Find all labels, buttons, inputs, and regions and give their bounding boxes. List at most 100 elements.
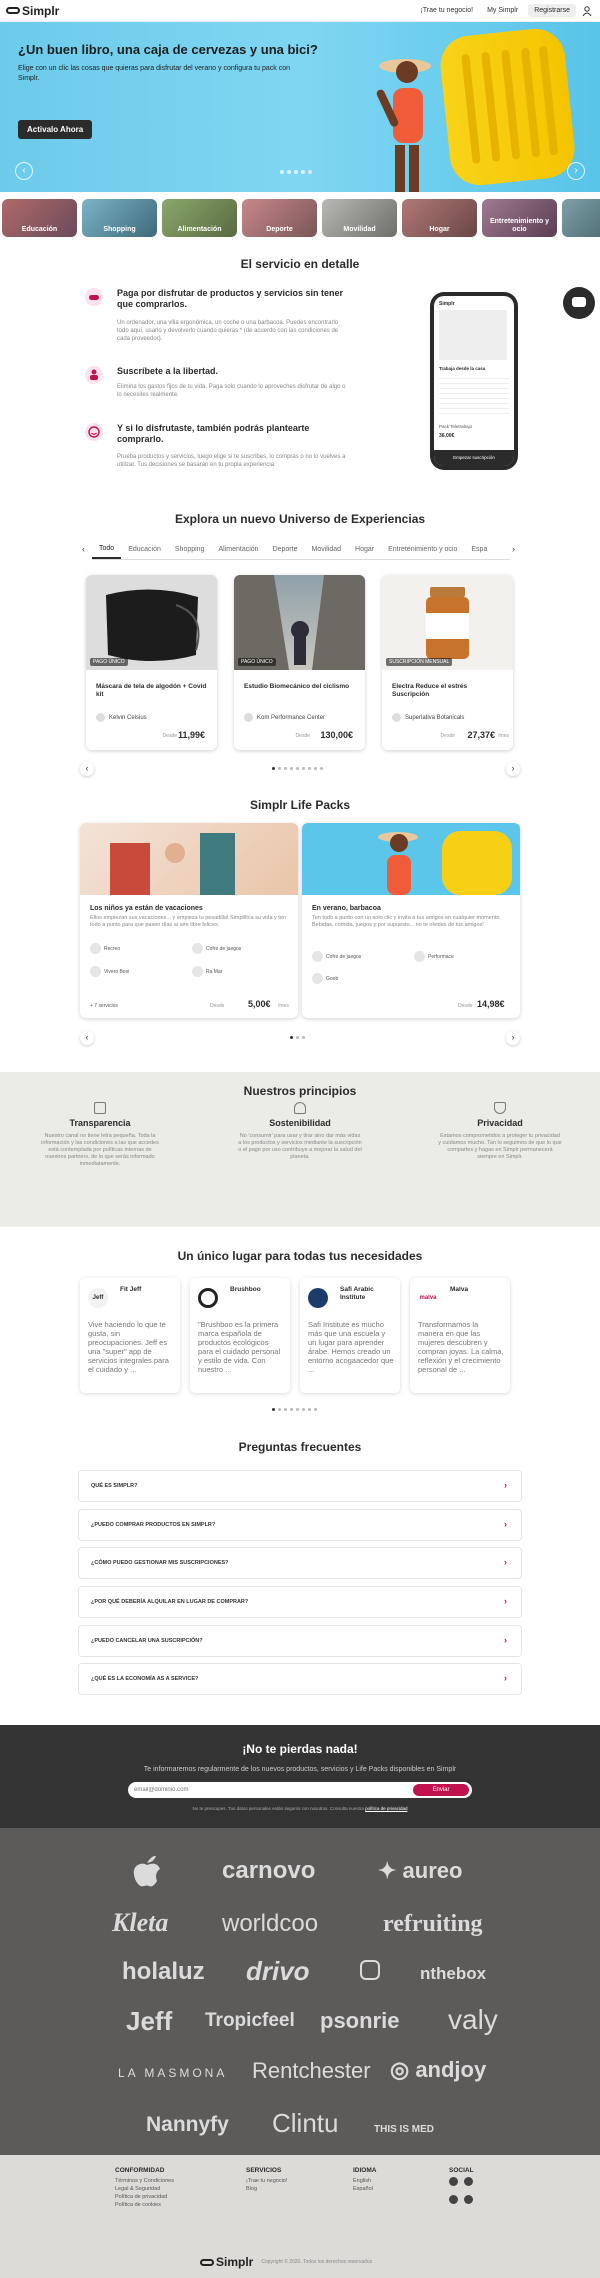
- price-from: Desde: [295, 733, 310, 739]
- product-badge: SUSCRIPCIÓN MENSUAL: [386, 658, 453, 666]
- carousel-dot[interactable]: [296, 1036, 299, 1039]
- nav-business-link[interactable]: ¡Trae tu negocio!: [416, 4, 477, 17]
- faq-item[interactable]: QUÉ ES SIMPLR? ›: [78, 1470, 522, 1502]
- instagram-icon[interactable]: [449, 2177, 458, 2186]
- partner-card[interactable]: Safi Arabic Institute Safi Institute es …: [300, 1278, 400, 1393]
- send-button[interactable]: Enviar: [413, 1784, 469, 1796]
- tab-shopping[interactable]: Shopping: [168, 541, 212, 558]
- carousel-dot[interactable]: [290, 1036, 293, 1039]
- carousel-dot[interactable]: [296, 767, 299, 770]
- hero-prev-arrow[interactable]: ‹: [15, 162, 33, 180]
- footer-link[interactable]: ¡Trae tu negocio!: [246, 2177, 287, 2185]
- simplr-logo[interactable]: Simplr: [6, 4, 59, 18]
- hero-next-arrow[interactable]: ›: [567, 162, 585, 180]
- footer-link[interactable]: Política de privacidad: [115, 2193, 174, 2201]
- tab-mobility[interactable]: Movilidad: [304, 541, 348, 558]
- footer-link[interactable]: Legal & Seguridad: [115, 2185, 174, 2193]
- hero-dot[interactable]: [308, 170, 312, 174]
- carousel-dot[interactable]: [302, 1408, 305, 1411]
- faq-item[interactable]: ¿PUEDO CANCELAR UNA SUSCRIPCIÓN? ›: [78, 1625, 522, 1657]
- chat-icon: [572, 297, 586, 307]
- hero-cta-button[interactable]: Activalo Ahora: [18, 120, 93, 139]
- footer-link[interactable]: Términos y Condiciones: [115, 2177, 174, 2185]
- tabs-next-icon[interactable]: ›: [512, 544, 515, 554]
- category-home[interactable]: Hogar: [402, 199, 477, 237]
- carousel-dot[interactable]: [278, 767, 281, 770]
- linkedin-icon[interactable]: [464, 2195, 473, 2204]
- partner-card[interactable]: Brushboo "Brushboo es la primera marca e…: [190, 1278, 290, 1393]
- carousel-dot[interactable]: [284, 1408, 287, 1411]
- footer-link[interactable]: Blog: [246, 2185, 287, 2193]
- category-entertainment[interactable]: Entretenimiento y ocio: [482, 199, 557, 237]
- tab-home[interactable]: Hogar: [348, 541, 381, 558]
- faq-item[interactable]: ¿CÓMO PUEDO GESTIONAR MIS SUSCRIPCIONES?…: [78, 1547, 522, 1579]
- tabs-prev-icon[interactable]: ‹: [82, 544, 85, 554]
- category-mobility[interactable]: Movilidad: [322, 199, 397, 237]
- hero-dot[interactable]: [301, 170, 305, 174]
- lifepack-text: Ellos empiezan sus vacaciones... y empie…: [90, 915, 286, 928]
- carousel-dot[interactable]: [302, 767, 305, 770]
- carousel-dot[interactable]: [302, 1036, 305, 1039]
- lifepacks-next-button[interactable]: ›: [506, 1031, 520, 1045]
- category-sport[interactable]: Deporte: [242, 199, 317, 237]
- category-food[interactable]: Alimentación: [162, 199, 237, 237]
- category-shopping[interactable]: Shopping: [82, 199, 157, 237]
- product-card[interactable]: PAGO ÚNICO Estudio Biomecánico del cicli…: [234, 575, 365, 750]
- faq-item[interactable]: ¿QUÉ ES LA ECONOMÍA AS A SERVICE? ›: [78, 1663, 522, 1695]
- footer-link[interactable]: English: [353, 2177, 376, 2185]
- carousel-dot[interactable]: [284, 767, 287, 770]
- tab-all[interactable]: Todo: [92, 540, 122, 559]
- carousel-dot[interactable]: [296, 1408, 299, 1411]
- product-card[interactable]: SUSCRIPCIÓN MENSUAL Electra Reduce el es…: [382, 575, 513, 750]
- footer-link[interactable]: Español: [353, 2185, 376, 2193]
- carousel-dot[interactable]: [314, 1408, 317, 1411]
- tab-food[interactable]: Alimentación: [211, 541, 265, 558]
- chevron-right-icon: ›: [504, 1557, 507, 1567]
- principle-title: Sostenibilidad: [269, 1118, 331, 1128]
- user-icon[interactable]: [582, 5, 592, 16]
- carousel-dot[interactable]: [320, 767, 323, 770]
- partner-card[interactable]: malva Malva Transformamos la manera en q…: [410, 1278, 510, 1393]
- twitter-icon[interactable]: [449, 2195, 458, 2204]
- products-next-button[interactable]: ›: [506, 762, 520, 776]
- faq-item[interactable]: ¿PUEDO COMPRAR PRODUCTOS EN SIMPLR? ›: [78, 1509, 522, 1541]
- principle-column: Sostenibilidad No 'consumir' para usar y…: [220, 1102, 380, 1161]
- chat-button[interactable]: [563, 287, 595, 319]
- partner-card[interactable]: Jeff Fit Jeff Vive haciendo lo que te gu…: [80, 1278, 180, 1393]
- carousel-dot[interactable]: [290, 767, 293, 770]
- product-card[interactable]: PAGO ÚNICO Máscara de tela de algodón + …: [86, 575, 217, 750]
- carousel-dot[interactable]: [308, 1408, 311, 1411]
- hero-dot[interactable]: [287, 170, 291, 174]
- tab-space[interactable]: Espa: [464, 541, 494, 558]
- hero-dot[interactable]: [280, 170, 284, 174]
- lifepack-item: Recreo: [90, 943, 120, 954]
- tab-entertainment[interactable]: Entretenimiento y ocio: [381, 541, 464, 558]
- hero-title: ¿Un buen libro, una caja de cervezas y u…: [18, 42, 318, 57]
- lifepack-card[interactable]: En verano, barbacoa Ten todo a punto con…: [302, 823, 520, 1018]
- category-more[interactable]: [562, 199, 600, 237]
- products-prev-button[interactable]: ‹: [80, 762, 94, 776]
- carousel-dot[interactable]: [272, 1408, 275, 1411]
- nav-my-simplr-link[interactable]: My Simplr: [483, 4, 522, 17]
- carousel-dot[interactable]: [272, 767, 275, 770]
- tab-sport[interactable]: Deporte: [266, 541, 305, 558]
- lifepacks-prev-button[interactable]: ‹: [80, 1031, 94, 1045]
- privacy-link[interactable]: política de privacidad: [365, 1806, 407, 1811]
- footer-logo[interactable]: Simplr: [200, 2255, 253, 2269]
- key-logo-icon: [6, 7, 20, 14]
- lifepack-card[interactable]: Los niños ya están de vacaciones Ellos e…: [80, 823, 298, 1018]
- hero-dot[interactable]: [294, 170, 298, 174]
- category-education[interactable]: Educación: [2, 199, 77, 237]
- hero-carousel-dots: [280, 170, 312, 174]
- register-button[interactable]: Registrarse: [528, 4, 576, 17]
- carousel-dot[interactable]: [278, 1408, 281, 1411]
- email-input[interactable]: [134, 1785, 404, 1795]
- carousel-dot[interactable]: [314, 767, 317, 770]
- carousel-dot[interactable]: [308, 767, 311, 770]
- carousel-dot[interactable]: [290, 1408, 293, 1411]
- faq-item[interactable]: ¿POR QUÉ DEBERÍA ALQUILAR EN LUGAR DE CO…: [78, 1586, 522, 1618]
- tab-education[interactable]: Educación: [121, 541, 168, 558]
- facebook-icon[interactable]: [464, 2177, 473, 2186]
- item-label: Vivero Bosi: [104, 968, 130, 975]
- footer-link[interactable]: Política de cookies: [115, 2201, 174, 2209]
